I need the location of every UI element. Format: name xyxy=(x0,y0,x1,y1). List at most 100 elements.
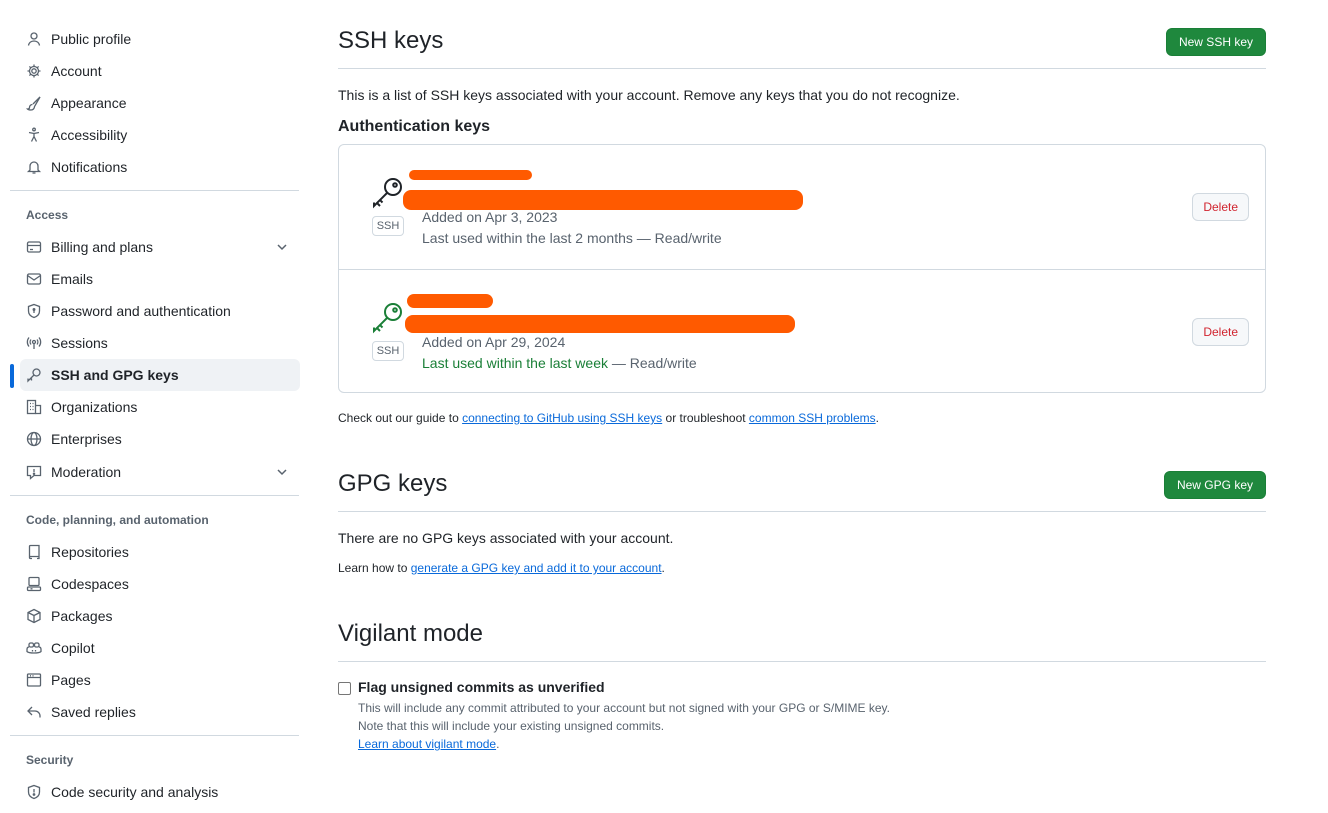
vigilant-mode-checkbox[interactable] xyxy=(338,682,351,695)
sidebar-item-label: Notifications xyxy=(51,159,128,175)
section-divider xyxy=(338,68,1266,69)
ssh-keys-title: SSH keys xyxy=(338,27,444,54)
sidebar-item-saved-replies[interactable]: Saved replies xyxy=(20,696,300,728)
sidebar-item-pages[interactable]: Pages xyxy=(20,664,300,696)
shield-lock-icon xyxy=(26,303,42,319)
key-last-used: Last used within the last week — Read/wr… xyxy=(422,355,697,371)
key-icon xyxy=(26,367,42,383)
auth-keys-heading: Authentication keys xyxy=(338,118,491,135)
gear-icon xyxy=(26,63,42,79)
sidebar-divider xyxy=(10,735,299,736)
new-ssh-key-button[interactable]: New SSH key xyxy=(1165,28,1266,56)
bell-icon xyxy=(26,159,42,175)
sidebar-item-enterprises[interactable]: Enterprises xyxy=(20,423,300,455)
sidebar-item-organizations[interactable]: Organizations xyxy=(20,391,300,423)
ssh-badge: SSH xyxy=(372,341,404,361)
vigilant-learn-text: Learn about vigilant mode. xyxy=(358,737,500,751)
codespaces-icon xyxy=(26,576,42,592)
ssh-keys-list: SSH Added on Apr 3, 2023 Last used withi… xyxy=(338,144,1266,393)
sidebar-item-appearance[interactable]: Appearance xyxy=(20,87,300,119)
mail-icon xyxy=(26,271,42,287)
chevron-down-icon[interactable] xyxy=(274,464,290,480)
ssh-key-row: SSH Added on Apr 3, 2023 Last used withi… xyxy=(339,145,1265,269)
sidebar-item-label: Account xyxy=(51,63,102,79)
gpg-empty-text: There are no GPG keys associated with yo… xyxy=(338,530,674,546)
accessibility-icon xyxy=(26,127,42,143)
ssh-guide-link[interactable]: connecting to GitHub using SSH keys xyxy=(462,411,662,425)
sidebar-item-ssh-gpg-keys[interactable]: SSH and GPG keys xyxy=(10,359,300,391)
ssh-key-row: SSH Added on Apr 29, 2024 Last used with… xyxy=(339,269,1265,393)
sidebar-item-label: Enterprises xyxy=(51,431,122,447)
selected-indicator xyxy=(10,364,14,388)
sidebar-item-label: Pages xyxy=(51,672,91,688)
sidebar-item-moderation[interactable]: Moderation xyxy=(20,456,300,488)
sidebar-item-account[interactable]: Account xyxy=(20,55,300,87)
gpg-learn-link[interactable]: generate a GPG key and add it to your ac… xyxy=(411,561,662,575)
package-icon xyxy=(26,608,42,624)
sidebar-item-repositories[interactable]: Repositories xyxy=(20,536,300,568)
sidebar-group-security: Security xyxy=(26,753,74,767)
redaction-mark xyxy=(405,315,795,333)
sidebar-item-notifications[interactable]: Notifications xyxy=(20,151,300,183)
sidebar-divider xyxy=(10,190,299,191)
key-added-date: Added on Apr 29, 2024 xyxy=(422,334,566,350)
person-icon xyxy=(26,31,42,47)
sidebar-item-sessions[interactable]: Sessions xyxy=(20,327,300,359)
sidebar-item-codespaces[interactable]: Codespaces xyxy=(20,568,300,600)
delete-key-button[interactable]: Delete xyxy=(1192,193,1249,221)
redaction-mark xyxy=(403,190,803,210)
key-last-used: Last used within the last 2 months — Rea… xyxy=(422,230,722,246)
sidebar-item-label: Organizations xyxy=(51,399,138,415)
sidebar-group-access: Access xyxy=(26,208,69,222)
copilot-icon xyxy=(26,640,42,656)
sidebar-item-label: SSH and GPG keys xyxy=(51,367,179,383)
sidebar-item-label: Public profile xyxy=(51,31,132,47)
sidebar-item-copilot[interactable]: Copilot xyxy=(20,632,300,664)
sidebar-item-label: Moderation xyxy=(51,464,122,480)
credit-card-icon xyxy=(26,239,42,255)
sidebar-group-code: Code, planning, and automation xyxy=(26,513,209,527)
ssh-badge: SSH xyxy=(372,216,404,236)
sidebar-item-label: Copilot xyxy=(51,640,95,656)
sidebar-item-packages[interactable]: Packages xyxy=(20,600,300,632)
sidebar-item-label: Sessions xyxy=(51,335,108,351)
organization-icon xyxy=(26,399,42,415)
repo-icon xyxy=(26,544,42,560)
gpg-learn-text: Learn how to generate a GPG key and add … xyxy=(338,561,665,575)
sidebar-item-label: Accessibility xyxy=(51,127,128,143)
ssh-troubleshoot-link[interactable]: common SSH problems xyxy=(749,411,876,425)
sidebar-item-password[interactable]: Password and authentication xyxy=(20,295,300,327)
sidebar-item-label: Billing and plans xyxy=(51,239,153,255)
sidebar-item-label: Emails xyxy=(51,271,94,287)
vigilant-note-1: This will include any commit attributed … xyxy=(358,701,891,715)
sidebar-item-emails[interactable]: Emails xyxy=(20,263,300,295)
sidebar-item-code-security[interactable]: Code security and analysis xyxy=(20,776,300,808)
sidebar-item-public-profile[interactable]: Public profile xyxy=(20,23,300,55)
sidebar-item-label: Password and authentication xyxy=(51,303,231,319)
broadcast-icon xyxy=(26,335,42,351)
vigilant-mode-label[interactable]: Flag unsigned commits as unverified xyxy=(358,679,605,695)
sidebar-divider xyxy=(10,495,299,496)
browser-icon xyxy=(26,672,42,688)
vigilant-learn-link[interactable]: Learn about vigilant mode xyxy=(358,737,496,751)
reply-icon xyxy=(26,704,42,720)
sidebar-item-label: Code security and analysis xyxy=(51,784,219,800)
sidebar-item-label: Codespaces xyxy=(51,576,129,592)
shield-icon xyxy=(26,784,42,800)
sidebar-item-billing[interactable]: Billing and plans xyxy=(20,231,300,263)
section-divider xyxy=(338,511,1266,512)
gpg-keys-title: GPG keys xyxy=(338,470,448,497)
ssh-description: This is a list of SSH keys associated wi… xyxy=(338,87,960,103)
new-gpg-key-button[interactable]: New GPG key xyxy=(1163,471,1266,499)
sidebar-item-label: Saved replies xyxy=(51,704,136,720)
sidebar-item-accessibility[interactable]: Accessibility xyxy=(20,119,300,151)
key-added-date: Added on Apr 3, 2023 xyxy=(422,209,558,225)
redaction-mark xyxy=(407,294,493,308)
sidebar-item-label: Appearance xyxy=(51,95,127,111)
report-icon xyxy=(26,464,42,480)
delete-key-button[interactable]: Delete xyxy=(1192,318,1249,346)
key-icon xyxy=(371,176,405,210)
chevron-down-icon[interactable] xyxy=(274,239,290,255)
section-divider xyxy=(338,661,1266,662)
ssh-guide-text: Check out our guide to connecting to Git… xyxy=(338,411,879,425)
